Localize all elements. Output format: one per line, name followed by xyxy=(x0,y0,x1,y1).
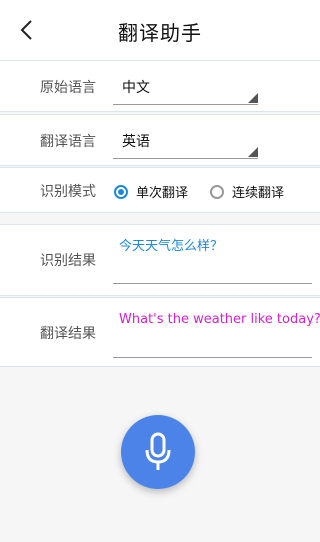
radio-checked-icon xyxy=(114,184,128,199)
recognition-result-row: 识别结果 今天天气怎么样？ xyxy=(0,224,320,296)
radio-single-translation[interactable]: 单次翻译 xyxy=(114,182,188,201)
target-language-select[interactable]: 英语 xyxy=(113,124,258,159)
translation-result-row: 翻译结果 What's the weather like today? xyxy=(0,297,320,367)
translation-result-field[interactable]: What's the weather like today? xyxy=(113,308,320,358)
radio-continuous-translation[interactable]: 连续翻译 xyxy=(210,182,284,201)
target-language-label: 翻译语言 xyxy=(40,134,96,150)
page-title: 翻译助手 xyxy=(118,21,202,45)
microphone-button[interactable] xyxy=(121,415,195,489)
radio-single-label: 单次翻译 xyxy=(136,186,189,201)
translation-result-label: 翻译结果 xyxy=(40,326,96,342)
microphone-icon xyxy=(145,432,171,470)
target-language-value: 英语 xyxy=(122,134,150,150)
recognition-mode-label: 识别模式 xyxy=(40,184,96,200)
target-language-row: 翻译语言 英语 xyxy=(0,114,320,166)
recognition-result-text: 今天天气怎么样？ xyxy=(119,239,224,254)
recognition-result-label: 识别结果 xyxy=(40,253,96,269)
dropdown-arrow-icon xyxy=(248,147,258,157)
radio-unchecked-icon xyxy=(210,184,224,199)
dropdown-arrow-icon xyxy=(248,93,258,103)
header-bar: 翻译助手 xyxy=(0,0,320,60)
source-language-value: 中文 xyxy=(122,80,150,96)
source-language-row: 原始语言 中文 xyxy=(0,60,320,112)
source-language-select[interactable]: 中文 xyxy=(113,70,258,105)
source-language-label: 原始语言 xyxy=(40,80,96,96)
translation-result-text: What's the weather like today? xyxy=(119,312,320,327)
recognition-result-field[interactable]: 今天天气怎么样？ xyxy=(113,231,312,284)
radio-continuous-label: 连续翻译 xyxy=(232,186,285,201)
recognition-mode-row: 识别模式 单次翻译 连续翻译 xyxy=(0,167,320,213)
